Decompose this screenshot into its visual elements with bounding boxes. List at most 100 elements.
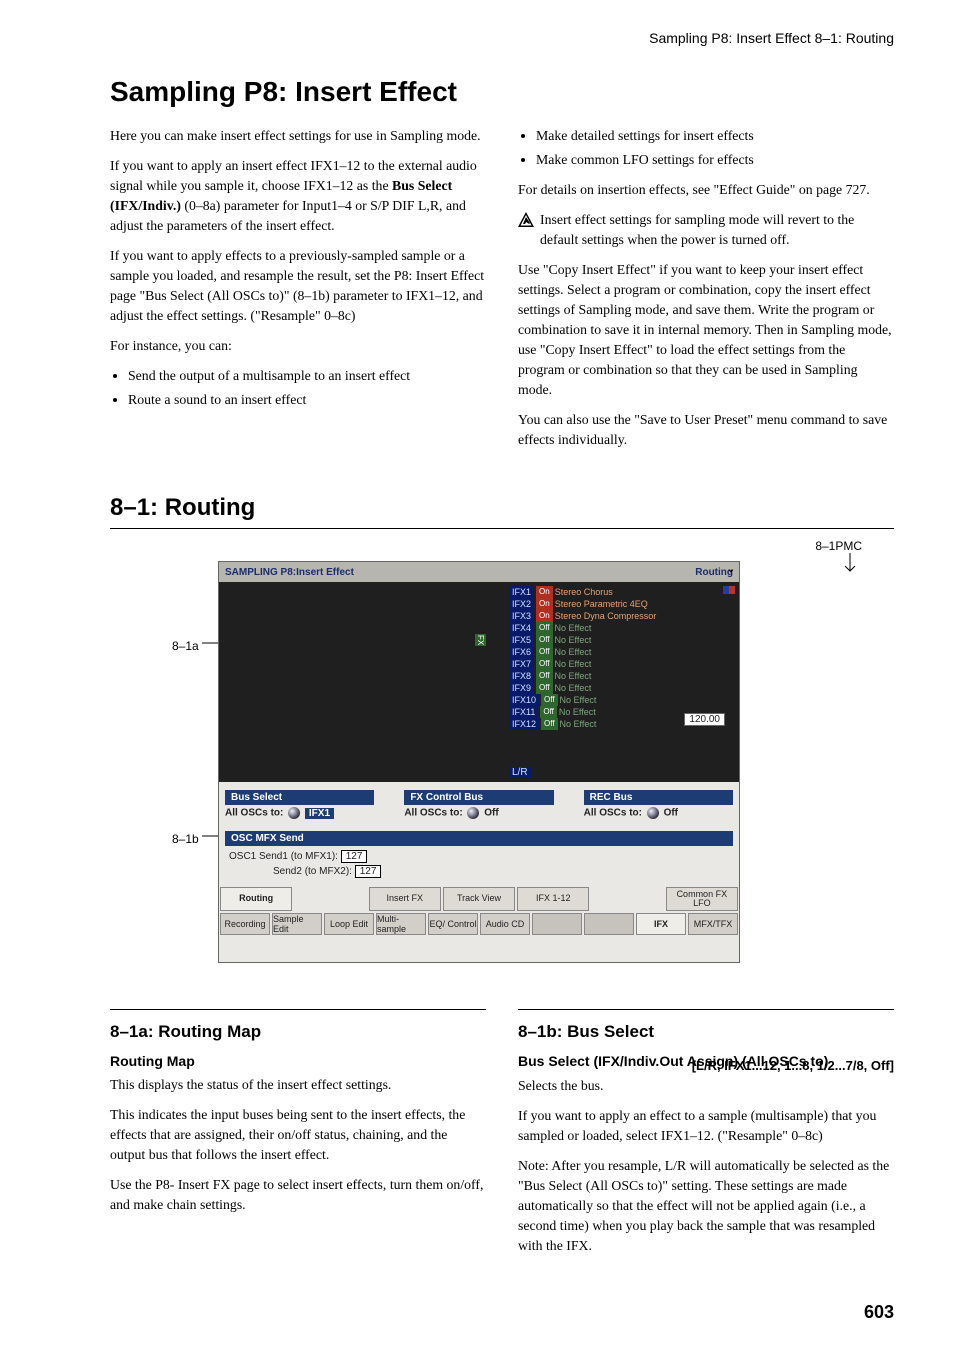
ifx-tag: IFX1	[509, 586, 534, 598]
ifx-row[interactable]: IFX7OffNo Effect	[509, 658, 656, 670]
para: For details on insertion effects, see "E…	[518, 180, 894, 200]
param-value[interactable]: IFX1	[305, 808, 334, 819]
ifx-row[interactable]: IFX6OffNo Effect	[509, 646, 656, 658]
tab-lower[interactable]: Recording	[220, 913, 270, 935]
ifx-row[interactable]: IFX4OffNo Effect	[509, 622, 656, 634]
callout-8-1a: 8–1a	[172, 639, 199, 653]
bus-select-panel: Bus Select All OSCs to: IFX1	[225, 790, 374, 823]
panel-header: FX Control Bus	[404, 790, 553, 805]
ifx-state-badge: On	[536, 610, 553, 622]
value-knob-icon[interactable]	[647, 807, 659, 819]
panel-header: OSC MFX Send	[225, 831, 733, 846]
ifx-row[interactable]: IFX10OffNo Effect	[509, 694, 656, 706]
tab-lower[interactable]: Sample Edit	[272, 913, 322, 935]
ifx-row[interactable]: IFX8OffNo Effect	[509, 670, 656, 682]
param-value[interactable]: Off	[484, 808, 498, 819]
para: You can also use the "Save to User Prese…	[518, 410, 894, 450]
ifx-row[interactable]: IFX11OffNo Effect	[509, 706, 656, 718]
param-label: All OSCs to:	[225, 808, 283, 819]
ifx-effect-name: No Effect	[560, 694, 597, 706]
ifx-effect-name: No Effect	[560, 718, 597, 730]
para: If you want to apply an effect to a samp…	[518, 1106, 894, 1146]
para: Selects the bus.	[518, 1076, 894, 1096]
param-label: OSC1 Send1 (to MFX1):	[229, 851, 338, 862]
ifx-row[interactable]: IFX2OnStereo Parametric 4EQ	[509, 598, 656, 610]
ifx-effect-name: No Effect	[555, 622, 592, 634]
param-value[interactable]: Off	[664, 808, 678, 819]
ifx-tag: IFX2	[509, 598, 534, 610]
screenshot-titlebar: SAMPLING P8:Insert Effect Routing ⌄	[219, 562, 739, 582]
bullet: Send the output of a multisample to an i…	[128, 366, 486, 386]
warning-icon	[518, 212, 534, 233]
panel-header: REC Bus	[584, 790, 733, 805]
intro-right-column: Make detailed settings for insert effect…	[518, 126, 894, 460]
ifx-row[interactable]: IFX9OffNo Effect	[509, 682, 656, 694]
tab-row-lower: RecordingSample EditLoop EditMulti-sampl…	[219, 912, 739, 936]
ifx-tag: IFX8	[509, 670, 534, 682]
tab-upper[interactable]: IFX 1-12	[517, 887, 589, 911]
section-8-1a: 8–1a: Routing Map Routing Map This displ…	[110, 1003, 486, 1266]
tab-lower[interactable]: Multi-sample	[376, 913, 426, 935]
rec-bus-panel: REC Bus All OSCs to: Off	[584, 790, 733, 823]
ifx-state-badge: On	[536, 586, 553, 598]
para: Here you can make insert effect settings…	[110, 126, 486, 146]
bullet-list: Send the output of a multisample to an i…	[110, 366, 486, 410]
tab-lower[interactable]: MFX/TFX	[688, 913, 738, 935]
fx-side-tag-icon: FX	[475, 634, 486, 646]
ifx-row[interactable]: IFX5OffNo Effect	[509, 634, 656, 646]
tab-upper[interactable]: Common FX LFO	[666, 887, 738, 911]
ifx-row[interactable]: IFX12OffNo Effect	[509, 718, 656, 730]
divider	[110, 528, 894, 529]
param-value[interactable]: 127	[355, 865, 382, 878]
ifx-state-badge: Off	[536, 646, 553, 658]
value-knob-icon[interactable]	[467, 807, 479, 819]
ifx-row[interactable]: IFX3OnStereo Dyna Compressor	[509, 610, 656, 622]
ifx-effect-name: No Effect	[555, 646, 592, 658]
param-label: Send2 (to MFX2):	[273, 866, 352, 877]
subsection-heading: 8–1b: Bus Select	[518, 1020, 894, 1045]
tab-row-upper: Routing Insert FXTrack ViewIFX 1-12 Common…	[219, 886, 739, 912]
ifx-tag: IFX7	[509, 658, 534, 670]
tempo-value[interactable]: 120.00	[684, 713, 725, 726]
routing-canvas: FX IFX1OnStereo ChorusIFX2OnStereo Param…	[219, 582, 739, 782]
tempo-display: 𝅘𝅥 = 120.00	[670, 713, 725, 726]
tab-upper[interactable]: Track View	[443, 887, 515, 911]
para: For instance, you can:	[110, 336, 486, 356]
tab-upper[interactable]: Insert FX	[369, 887, 441, 911]
chevron-down-icon[interactable]: ⌄	[727, 564, 735, 575]
warning-text: Insert effect settings for sampling mode…	[540, 210, 894, 250]
panel-header: Bus Select	[225, 790, 374, 805]
section-8-1b: 8–1b: Bus Select Bus Select (IFX/Indiv.O…	[518, 1003, 894, 1266]
tab-lower	[584, 913, 634, 935]
bullet: Make detailed settings for insert effect…	[536, 126, 894, 146]
tab-lower[interactable]: Loop Edit	[324, 913, 374, 935]
tab-lower[interactable]: IFX	[636, 913, 686, 935]
callout-8-1b: 8–1b	[172, 832, 199, 846]
callout-arrow-icon	[844, 553, 856, 578]
tab-lower[interactable]: Audio CD	[480, 913, 530, 935]
tab-lower	[532, 913, 582, 935]
para: Use the P8- Insert FX page to select ins…	[110, 1175, 486, 1215]
ifx-row[interactable]: IFX1OnStereo Chorus	[509, 586, 656, 598]
ifx-tag: IFX4	[509, 622, 534, 634]
ifx-tag: IFX6	[509, 646, 534, 658]
param-label: All OSCs to:	[584, 808, 642, 819]
figure-wrapper: 8–1PMC 8–1a 8–1b 8–1c 8–1d SAMPLING P8:I…	[110, 539, 894, 979]
ifx-effect-name: No Effect	[555, 670, 592, 682]
param-label: All OSCs to:	[404, 808, 462, 819]
para: Use "Copy Insert Effect" if you want to …	[518, 260, 894, 400]
value-knob-icon[interactable]	[288, 807, 300, 819]
ifx-effect-name: No Effect	[559, 706, 596, 718]
ifx-state-badge: Off	[536, 622, 553, 634]
ifx-effect-name: No Effect	[555, 634, 592, 646]
ifx-tag: IFX12	[509, 718, 539, 730]
ifx-tag: IFX10	[509, 694, 539, 706]
subsection-heading: 8–1a: Routing Map	[110, 1020, 486, 1045]
ifx-effect-name: No Effect	[555, 682, 592, 694]
ifx-state-badge: Off	[536, 658, 553, 670]
tab-lower[interactable]: EQ/ Control	[428, 913, 478, 935]
ifx-state-badge: Off	[540, 706, 557, 718]
param-value[interactable]: 127	[341, 850, 368, 863]
tab-upper[interactable]: Routing	[220, 887, 292, 911]
param-heading: Routing Map	[110, 1051, 486, 1071]
